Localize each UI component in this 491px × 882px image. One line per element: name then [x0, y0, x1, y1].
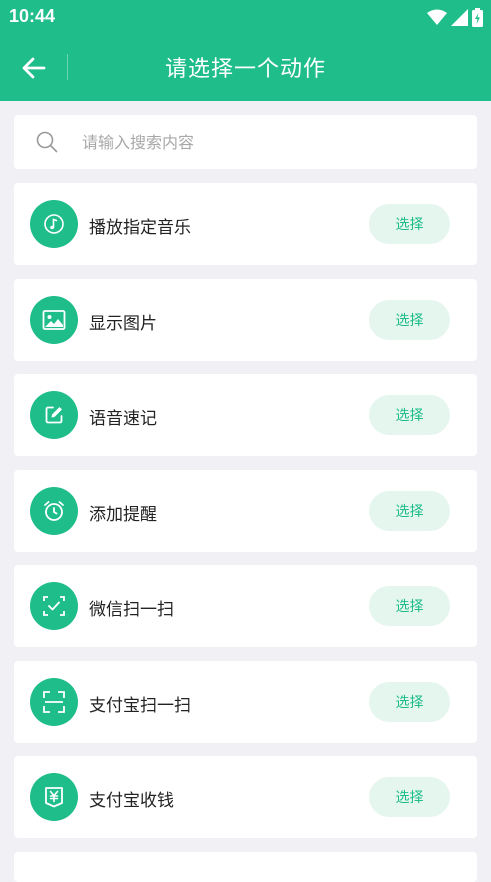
action-label: 播放指定音乐 [89, 218, 191, 238]
select-button[interactable]: 选择 [369, 777, 450, 817]
wifi-icon [427, 9, 447, 25]
action-item-alipay-scan[interactable]: 支付宝扫一扫 选择 [14, 660, 477, 743]
action-item-play-music[interactable]: 播放指定音乐 选择 [14, 183, 477, 265]
app-bar: 请选择一个动作 [0, 34, 491, 101]
select-button[interactable]: 选择 [369, 395, 450, 435]
search-icon [36, 131, 58, 153]
edit-note-icon [30, 391, 78, 439]
select-button[interactable]: 选择 [369, 204, 450, 244]
page-title: 请选择一个动作 [164, 57, 326, 82]
action-label: 语音速记 [89, 409, 157, 429]
search-box[interactable] [14, 115, 477, 169]
image-icon [30, 295, 78, 344]
select-button[interactable]: 选择 [369, 490, 450, 531]
music-note-icon [30, 200, 78, 248]
action-label: 添加提醒 [89, 504, 157, 525]
yen-wallet-icon [30, 773, 78, 821]
action-item-wechat-scan[interactable]: 微信扫一扫 选择 [14, 565, 477, 647]
action-list: 播放指定音乐 选择 显示图片 选择 语音速记 选择 添加提醒 选择 微信扫一扫 … [14, 183, 477, 852]
status-icons [427, 7, 483, 27]
scan-frame-icon [30, 677, 78, 726]
action-label: 支付宝扫一扫 [89, 695, 191, 716]
status-bar: 10:44 [0, 0, 491, 34]
select-button[interactable]: 选择 [369, 586, 450, 626]
action-label: 微信扫一扫 [89, 600, 174, 620]
action-item-show-image[interactable]: 显示图片 选择 [14, 278, 477, 361]
top-bar: 10:44 请选择一个动作 [0, 0, 491, 101]
action-item-add-reminder[interactable]: 添加提醒 选择 [14, 469, 477, 552]
action-label: 支付宝收钱 [89, 791, 174, 811]
search-input[interactable] [82, 127, 462, 157]
select-button[interactable]: 选择 [369, 299, 450, 340]
scan-check-icon [30, 582, 78, 630]
select-button[interactable]: 选择 [369, 681, 450, 722]
action-label: 显示图片 [89, 313, 157, 334]
status-time: 10:44 [9, 6, 56, 26]
alarm-clock-icon [30, 486, 78, 535]
action-item-voice-memo[interactable]: 语音速记 选择 [14, 374, 477, 456]
battery-icon [472, 7, 483, 27]
signal-icon [451, 8, 468, 26]
action-item-alipay-receive[interactable]: 支付宝收钱 选择 [14, 756, 477, 838]
action-item-partial[interactable] [14, 852, 477, 882]
